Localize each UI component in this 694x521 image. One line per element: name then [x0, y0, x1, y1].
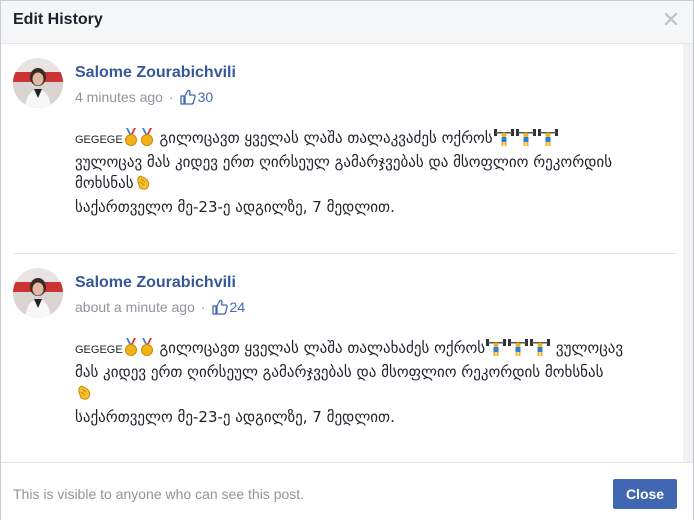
- post-prefix: GEGEGE: [75, 344, 123, 356]
- author-name[interactable]: Salome Zourabichvili: [75, 274, 236, 292]
- post-line: მოხსნას: [75, 174, 134, 192]
- post-line: გილოცავთ ყველას ლაშა თალაკვაძეს ოქროს: [159, 129, 493, 147]
- scrollbar[interactable]: [683, 44, 693, 474]
- medal-icon: [139, 338, 155, 362]
- post-line: გილოცავთ ყველას ლაშა თალახაძეს ოქროს: [159, 339, 486, 357]
- dialog-footer: This is visible to anyone who can see th…: [1, 462, 693, 521]
- medal-icon: [123, 338, 139, 362]
- medal-icon: [139, 128, 155, 152]
- edit-history-dialog: Edit History Salome Zourabichvili 4 minu…: [0, 0, 694, 521]
- close-icon[interactable]: [663, 11, 679, 27]
- dialog-title: Edit History: [13, 11, 103, 28]
- post-line: ვულოცავ მას კიდევ ერთ ღირსეულ გამარჯვება…: [75, 153, 613, 171]
- dialog-header: Edit History: [1, 1, 693, 44]
- weightlifter-icon: [537, 128, 559, 152]
- history-list[interactable]: Salome Zourabichvili 4 minutes ago · 30 …: [1, 44, 681, 474]
- post-meta: about a minute ago · 24: [75, 299, 245, 315]
- medal-icon: [123, 128, 139, 152]
- author-name[interactable]: Salome Zourabichvili: [75, 64, 236, 82]
- visibility-note: This is visible to anyone who can see th…: [13, 486, 305, 502]
- like-icon: [179, 89, 196, 105]
- close-button[interactable]: Close: [613, 479, 677, 509]
- post-line: ვულოცავ: [555, 339, 624, 357]
- post-prefix: GEGEGE: [75, 134, 123, 146]
- entry-divider: [13, 253, 677, 254]
- separator-dot: ·: [200, 299, 206, 315]
- separator-dot: ·: [168, 89, 174, 105]
- weightlifter-icon: [507, 338, 529, 362]
- clap-icon: [75, 383, 93, 407]
- avatar[interactable]: [13, 268, 63, 318]
- post-line: საქართველო მე-23-ე ადგილზე, 7 მედლით.: [75, 198, 395, 216]
- weightlifter-icon: [493, 128, 515, 152]
- like-count[interactable]: 30: [198, 89, 214, 105]
- post-meta: 4 minutes ago · 30: [75, 89, 213, 105]
- weightlifter-icon: [529, 338, 551, 362]
- timestamp[interactable]: about a minute ago: [75, 299, 195, 315]
- post-text: GEGEGE გილოცავთ ყველას ლაშა თალაკვაძეს ო…: [75, 128, 675, 218]
- weightlifter-icon: [485, 338, 507, 362]
- like-icon: [211, 299, 228, 315]
- weightlifter-icon: [515, 128, 537, 152]
- avatar[interactable]: [13, 58, 63, 108]
- post-line: მას კიდევ ერთ ღირსეულ გამარჯვებას და მსო…: [75, 363, 604, 381]
- clap-icon: [134, 173, 152, 197]
- post-text: GEGEGE გილოცავთ ყველას ლაშა თალახაძეს ოქ…: [75, 338, 675, 428]
- post-line: საქართველო მე-23-ე ადგილზე, 7 მედლით.: [75, 408, 395, 426]
- like-count[interactable]: 24: [230, 299, 246, 315]
- timestamp[interactable]: 4 minutes ago: [75, 89, 163, 105]
